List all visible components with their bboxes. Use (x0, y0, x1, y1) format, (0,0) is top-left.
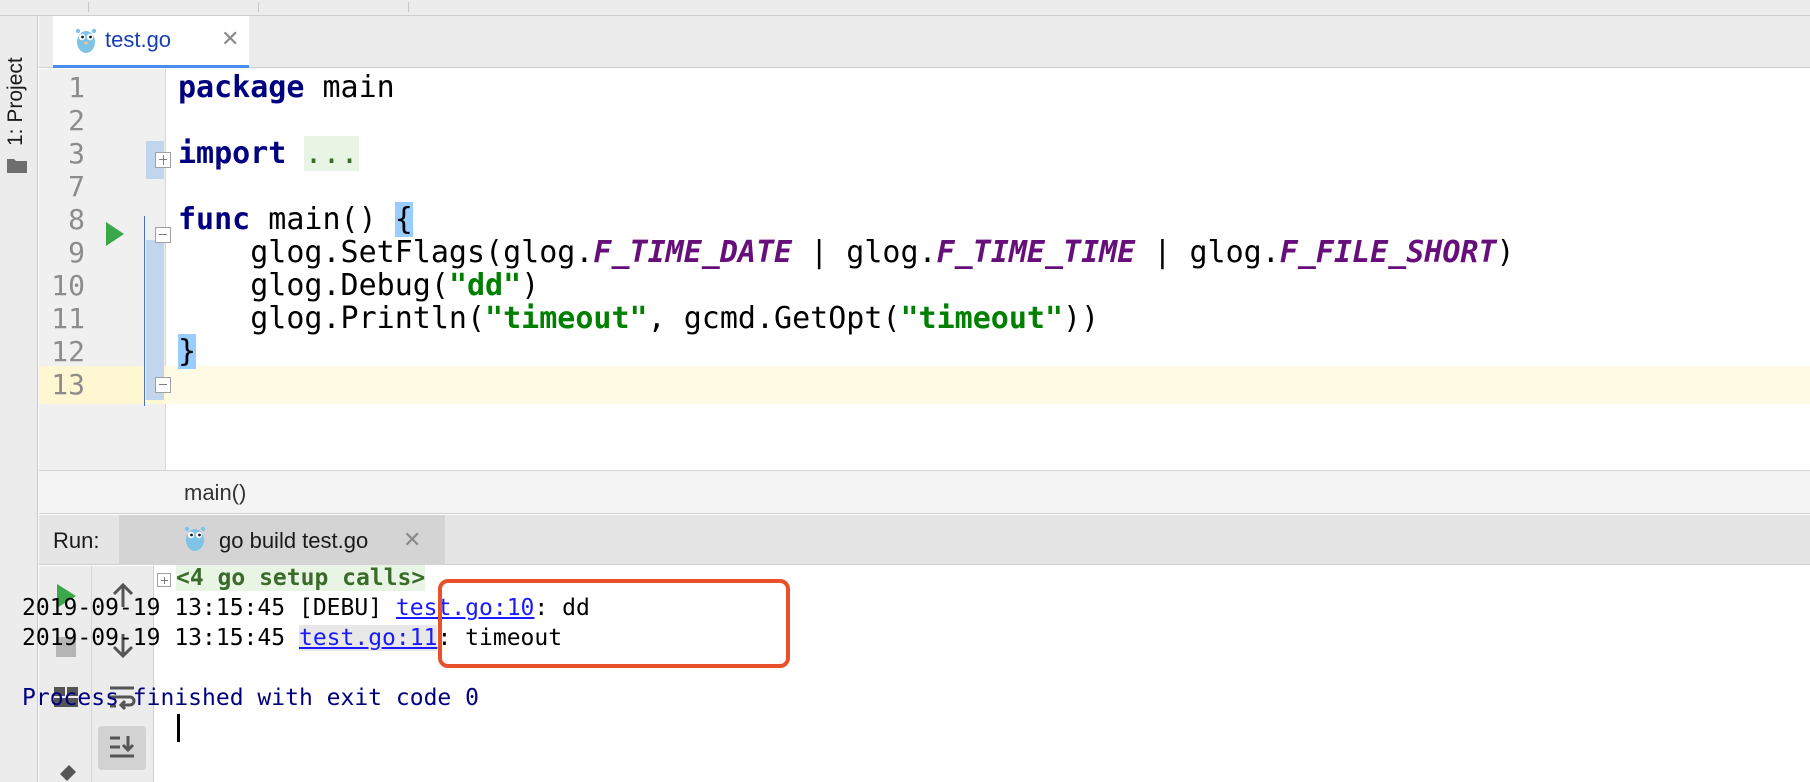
folder-icon (7, 159, 27, 173)
window-top-strip (0, 0, 1810, 16)
current-line-highlight (39, 366, 1810, 404)
tab-test-go[interactable]: test.go ✕ (53, 16, 249, 68)
console-exit-message: Process finished with exit code 0 (22, 685, 479, 711)
run-tool-header: Run: go build test.go ✕ (39, 515, 1810, 565)
close-icon[interactable]: ✕ (403, 527, 421, 553)
expand-fold-icon[interactable] (155, 152, 171, 168)
code-token: ) (1496, 235, 1515, 270)
file-link[interactable]: test.go:11 (298, 625, 438, 651)
code-token: { (394, 202, 413, 237)
code-token: glog.SetFlags(glog. (178, 235, 594, 270)
line-number: 13 (51, 368, 85, 401)
code-token: glog.Println( (178, 301, 486, 336)
pin-icon[interactable] (57, 762, 79, 782)
code-token: , gcmd.GetOpt( (647, 301, 901, 336)
change-marker (146, 240, 164, 400)
run-gutter-icon[interactable] (106, 222, 124, 246)
collapse-fold-icon[interactable] (155, 227, 171, 243)
expand-fold-icon[interactable] (157, 573, 171, 587)
breadcrumb: main() (39, 470, 1810, 514)
code-token: package (178, 70, 305, 105)
code-token: "timeout" (485, 301, 648, 336)
code-line[interactable]: glog.Println("timeout", gcmd.GetOpt("tim… (178, 300, 1099, 338)
scroll-to-end-toggle[interactable] (98, 726, 146, 770)
top-divider (258, 2, 259, 12)
code-line[interactable]: package main (178, 69, 395, 107)
code-token: "timeout" (900, 301, 1064, 336)
code-token: "dd" (448, 268, 522, 303)
console-level: [DEBU] (298, 595, 383, 621)
collapse-fold-icon[interactable] (155, 377, 171, 393)
scope-indicator (144, 216, 145, 406)
code-token: F_FILE_SHORT (1279, 235, 1497, 270)
gopher-run-icon (184, 526, 206, 551)
gopher-file-icon (75, 28, 97, 53)
code-token: | glog. (1135, 235, 1280, 270)
code-token: ... (304, 136, 359, 171)
tab-title: test.go (105, 27, 172, 52)
console-timestamp: 2019-09-19 13:15:45 (22, 625, 286, 651)
console-timestamp: 2019-09-19 13:15:45 (22, 595, 286, 621)
scroll-to-end-icon (110, 736, 135, 758)
code-token: | glog. (792, 235, 937, 270)
text-cursor (177, 714, 180, 742)
annotation-highlight-box (438, 579, 790, 668)
code-token: func (178, 202, 251, 237)
code-token: F_TIME_TIME (936, 235, 1136, 270)
code-token: glog.Debug( (178, 268, 449, 303)
code-token: } (178, 334, 197, 369)
tab-go-build[interactable]: go build test.go ✕ (119, 515, 445, 565)
project-tab-label: 1: Project (4, 57, 27, 146)
code-line[interactable]: } (178, 333, 197, 371)
breadcrumb-item[interactable]: main() (184, 480, 246, 506)
close-icon[interactable]: ✕ (221, 26, 239, 52)
code-token: import (178, 136, 287, 171)
run-tab-title: go build test.go (219, 528, 369, 553)
console-setup-calls[interactable]: <4 go setup calls> (176, 563, 426, 593)
run-label: Run: (53, 528, 100, 553)
top-divider (408, 2, 409, 12)
code-token: main (304, 70, 395, 105)
code-token: )) (1063, 301, 1100, 336)
editor-tab-bar: test.go ✕ (39, 16, 1810, 68)
code-token: main() (250, 202, 395, 237)
code-token: ) (521, 268, 540, 303)
project-tool-tab[interactable]: 1: Project (0, 16, 38, 173)
code-line[interactable]: import ... (178, 135, 359, 173)
top-divider (88, 2, 89, 12)
code-token: F_TIME_DATE (593, 235, 793, 270)
